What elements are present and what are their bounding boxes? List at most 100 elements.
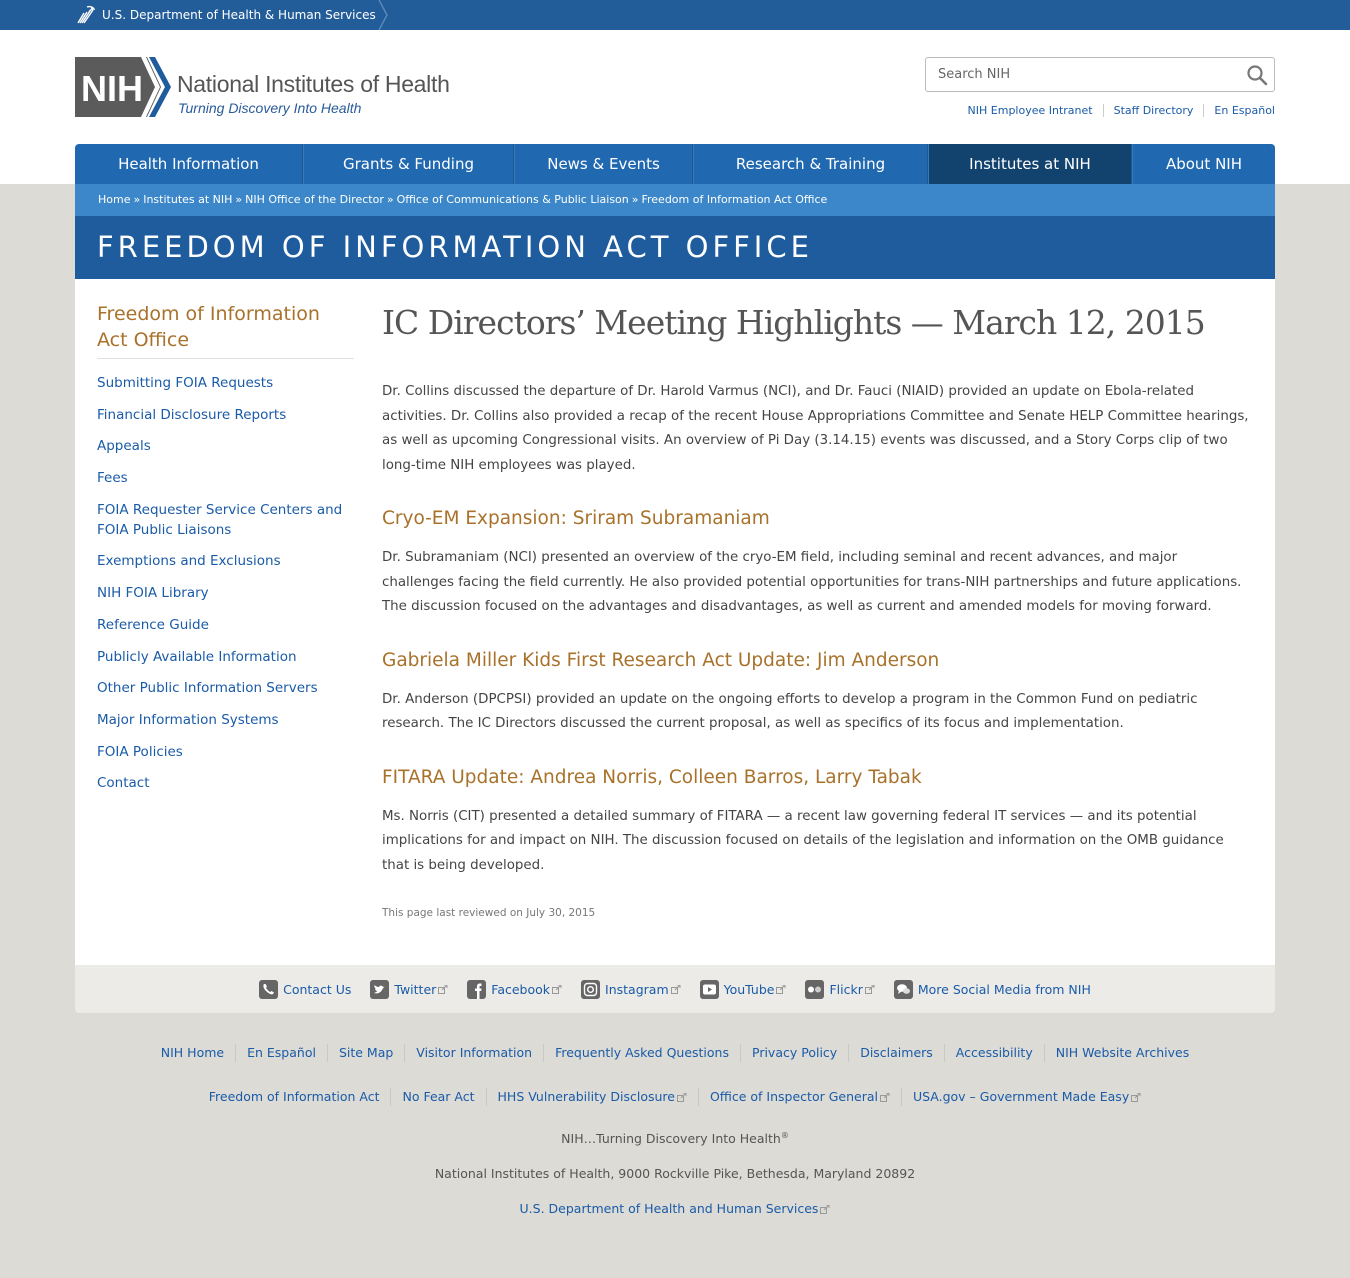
footer-usa-gov[interactable]: USA.gov – Government Made Easy <box>900 1088 1152 1106</box>
sidebar-item: Reference Guide <box>97 615 354 635</box>
youtube-link[interactable]: YouTube <box>699 979 787 999</box>
sidebar-item: Appeals <box>97 436 354 456</box>
footer-no-fear-label: No Fear Act <box>402 1089 475 1104</box>
youtube-icon <box>699 979 719 999</box>
footer-no-fear-act[interactable]: No Fear Act <box>390 1088 485 1106</box>
footer-hhs-vulnerability[interactable]: HHS Vulnerability Disclosure <box>485 1088 698 1106</box>
instagram-link[interactable]: Instagram <box>581 979 681 999</box>
search-box <box>925 57 1275 92</box>
breadcrumb-separator: » <box>386 193 394 206</box>
footer-links-primary: NIH Home En Español Site Map Visitor Inf… <box>0 1044 1350 1062</box>
footer-privacy-policy[interactable]: Privacy Policy <box>740 1044 848 1062</box>
logo-title: National Institutes of Health <box>177 71 450 97</box>
footer-en-espanol[interactable]: En Español <box>235 1044 327 1062</box>
sidebar-item-contact[interactable]: Contact <box>97 775 150 791</box>
flickr-icon <box>805 979 825 999</box>
logo-tagline: Turning Discovery Into Health <box>178 100 362 116</box>
sidebar-item: Fees <box>97 468 354 488</box>
contact-us-link[interactable]: Contact Us <box>259 979 352 999</box>
breadcrumb-ocpl[interactable]: Office of Communications & Public Liaiso… <box>397 193 629 206</box>
twitter-link[interactable]: Twitter <box>370 979 448 999</box>
external-link-icon <box>879 1093 890 1102</box>
employee-intranet-link[interactable]: NIH Employee Intranet <box>958 104 1103 117</box>
en-espanol-link[interactable]: En Español <box>1203 104 1275 117</box>
search-icon[interactable] <box>1246 64 1268 86</box>
sidebar-title[interactable]: Freedom of Information Act Office <box>97 301 354 359</box>
chevron-right-icon <box>378 0 388 30</box>
sidebar-item-service-centers[interactable]: FOIA Requester Service Centers and FOIA … <box>97 502 342 538</box>
flickr-link[interactable]: Flickr <box>805 979 875 999</box>
footer-nih-home[interactable]: NIH Home <box>150 1044 235 1062</box>
footer-usagov-label: USA.gov – Government Made Easy <box>912 1089 1130 1104</box>
facebook-label: Facebook <box>491 981 551 997</box>
contact-us-label: Contact Us <box>283 981 352 997</box>
nav-news-events[interactable]: News & Events <box>514 144 693 184</box>
external-link-icon <box>864 984 875 994</box>
search-input[interactable] <box>926 58 1226 91</box>
nav-grants-funding[interactable]: Grants & Funding <box>303 144 514 184</box>
sidebar-item-other-servers[interactable]: Other Public Information Servers <box>97 680 318 696</box>
footer-address: National Institutes of Health, 9000 Rock… <box>434 1166 916 1181</box>
breadcrumb-office-director[interactable]: NIH Office of the Director <box>245 193 384 206</box>
footer-disclaimers[interactable]: Disclaimers <box>848 1044 944 1062</box>
footer-site-map[interactable]: Site Map <box>326 1044 404 1062</box>
footer-faq[interactable]: Frequently Asked Questions <box>543 1044 740 1062</box>
sidebar-item: Other Public Information Servers <box>97 678 354 698</box>
sidebar-item: NIH FOIA Library <box>97 583 354 603</box>
sidebar-item-foia-policies[interactable]: FOIA Policies <box>97 744 183 760</box>
sidebar-item-appeals[interactable]: Appeals <box>97 438 151 454</box>
external-link-icon <box>820 1205 830 1214</box>
sidebar-item-publicly-available[interactable]: Publicly Available Information <box>97 649 297 665</box>
nav-health-information[interactable]: Health Information <box>75 144 303 184</box>
external-link-icon <box>1131 1093 1141 1102</box>
staff-directory-link[interactable]: Staff Directory <box>1102 104 1204 117</box>
footer-hhs-link[interactable]: U.S. Department of Health and Human Serv… <box>520 1201 831 1216</box>
nav-about-nih[interactable]: About NIH <box>1132 144 1275 184</box>
breadcrumb-home[interactable]: Home <box>98 193 130 206</box>
sidebar-item-reference-guide[interactable]: Reference Guide <box>97 617 209 633</box>
more-social-label: More Social Media from NIH <box>917 981 1091 997</box>
intro-paragraph: Dr. Collins discussed the departure of D… <box>382 384 1249 473</box>
social-bar: Contact Us Twitter Facebook Instagram Yo… <box>75 965 1275 1013</box>
more-social-media-link[interactable]: More Social Media from NIH <box>893 979 1091 999</box>
content-card: Freedom of Information Act Office Submit… <box>75 279 1275 965</box>
registered-mark: ® <box>780 1131 789 1140</box>
footer-visitor-info[interactable]: Visitor Information <box>404 1044 543 1062</box>
banner-title: FREEDOM OF INFORMATION ACT OFFICE <box>97 230 813 264</box>
sidebar: Freedom of Information Act Office Submit… <box>97 301 354 805</box>
nih-logo[interactable]: NIH National Institutes of Health Turnin… <box>75 57 475 119</box>
external-link-icon <box>552 984 562 994</box>
sidebar-item-major-systems[interactable]: Major Information Systems <box>97 712 279 728</box>
sidebar-item: FOIA Policies <box>97 742 354 762</box>
footer-tagline: NIH…Turning Discovery Into Health® <box>0 1131 1350 1146</box>
breadcrumb-foia[interactable]: Freedom of Information Act Office <box>641 193 827 206</box>
sidebar-item-submitting-foia[interactable]: Submitting FOIA Requests <box>97 375 273 391</box>
facebook-link[interactable]: Facebook <box>467 979 562 999</box>
hhs-label: U.S. Department of Health & Human Servic… <box>102 8 376 22</box>
twitter-label: Twitter <box>394 981 437 997</box>
section-body: Ms. Norris (CIT) presented a detailed su… <box>382 808 1224 873</box>
last-reviewed: This page last reviewed on July 30, 2015 <box>382 907 596 919</box>
flickr-label: Flickr <box>829 981 863 997</box>
footer-hhs-vuln-label: HHS Vulnerability Disclosure <box>497 1089 675 1104</box>
sidebar-item-fees[interactable]: Fees <box>97 470 128 486</box>
footer-foia[interactable]: Freedom of Information Act <box>198 1088 391 1106</box>
hhs-bar: U.S. Department of Health & Human Servic… <box>0 0 1350 30</box>
footer-links-secondary: Freedom of Information Act No Fear Act H… <box>0 1088 1350 1106</box>
nav-institutes-at-nih[interactable]: Institutes at NIH <box>928 144 1132 184</box>
sidebar-item-exemptions[interactable]: Exemptions and Exclusions <box>97 553 281 569</box>
hhs-link[interactable]: U.S. Department of Health & Human Servic… <box>75 0 376 30</box>
nih-logo-mark: NIH <box>75 57 171 117</box>
footer-accessibility[interactable]: Accessibility <box>943 1044 1044 1062</box>
section-banner: FREEDOM OF INFORMATION ACT OFFICE <box>75 216 1275 279</box>
footer-website-archives[interactable]: NIH Website Archives <box>1043 1044 1201 1062</box>
footer-inspector-general[interactable]: Office of Inspector General <box>697 1088 901 1106</box>
breadcrumb-institutes[interactable]: Institutes at NIH <box>143 193 232 206</box>
main-content: IC Directors’ Meeting Highlights — March… <box>382 303 1252 919</box>
external-link-icon <box>676 1093 687 1102</box>
sidebar-item: Contact <box>97 773 354 793</box>
breadcrumb-separator: » <box>133 193 141 206</box>
sidebar-item-financial-disclosure[interactable]: Financial Disclosure Reports <box>97 407 286 423</box>
sidebar-item-foia-library[interactable]: NIH FOIA Library <box>97 585 209 601</box>
nav-research-training[interactable]: Research & Training <box>693 144 928 184</box>
